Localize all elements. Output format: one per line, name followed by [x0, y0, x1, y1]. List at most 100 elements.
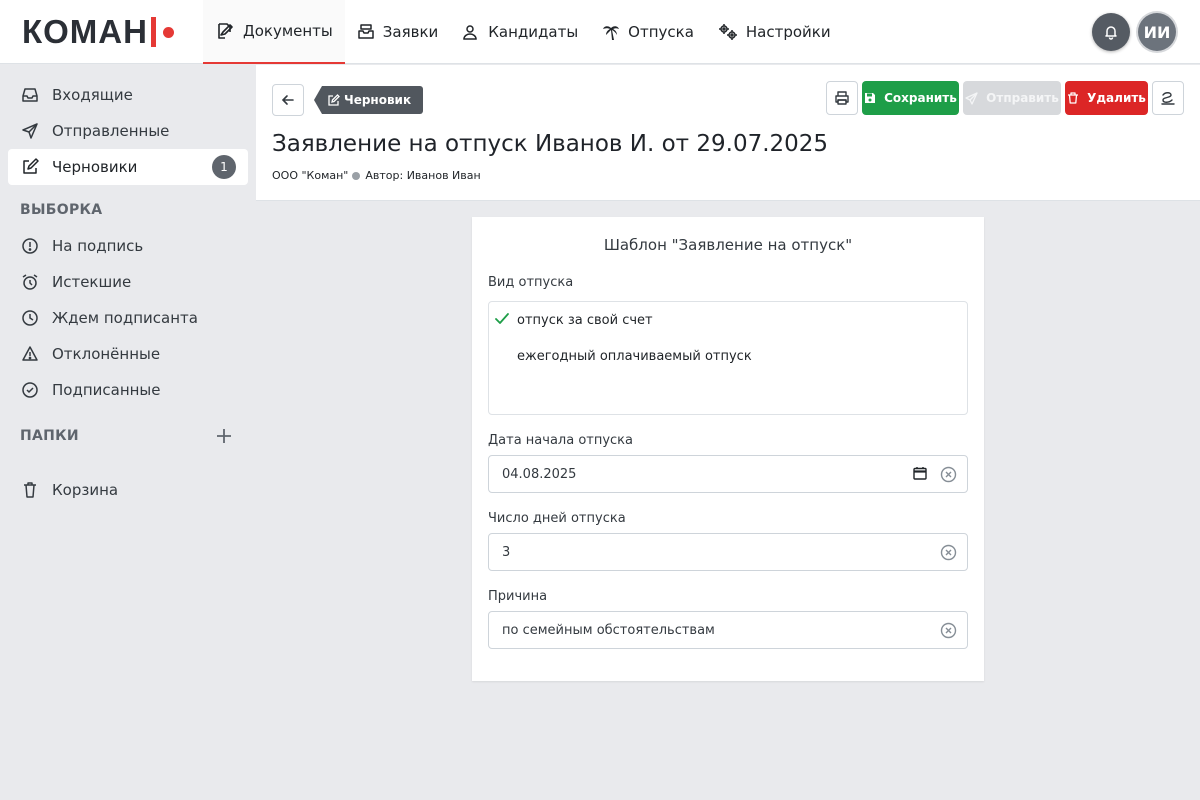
user-avatar[interactable]: ИИ	[1138, 13, 1176, 51]
signature-icon	[1161, 92, 1175, 105]
clock-icon	[22, 310, 38, 326]
sidebar-item-inbox[interactable]: Входящие	[8, 77, 248, 113]
clear-icon	[940, 544, 956, 560]
sidebar-item-awaiting-signer[interactable]: Ждем подписанта	[8, 300, 248, 336]
logo-text: КОМАН	[22, 13, 148, 50]
sidebar: Входящие Отправленные Черновики 1 ВЫБОРК…	[0, 65, 256, 800]
sidebar-item-rejected[interactable]: Отклонённые	[8, 336, 248, 372]
user-initials: ИИ	[1143, 22, 1171, 42]
sidebar-item-expired[interactable]: Истекшие	[8, 264, 248, 300]
organization-name: ООО "Коман"	[272, 169, 349, 182]
sidebar-item-label: Подписанные	[52, 381, 161, 399]
print-button[interactable]	[826, 81, 858, 115]
sidebar-item-signed[interactable]: Подписанные	[8, 372, 248, 408]
floppy-disk-icon	[865, 93, 876, 103]
leave-type-option-annual[interactable]: ежегодный оплачиваемый отпуск	[517, 349, 752, 364]
logo-bar	[150, 17, 156, 47]
alarm-clock-icon	[22, 274, 38, 290]
nav-settings[interactable]: Настройки	[706, 0, 843, 64]
sidebar-item-label: Черновики	[52, 158, 138, 176]
nav-candidates[interactable]: Кандидаты	[450, 0, 590, 64]
sidebar-item-label: На подпись	[52, 237, 144, 255]
sidebar-item-label: Ждем подписанта	[52, 309, 198, 327]
sidebar-item-label: Отклонённые	[52, 345, 161, 363]
days-count-label: Число дней отпуска	[488, 511, 626, 526]
document-header: Черновик Сохранить Отправить Удалить Зая…	[256, 65, 1200, 201]
send-button-label: Отправить	[986, 91, 1059, 105]
calendar-icon[interactable]	[913, 466, 927, 480]
top-bar: КОМАН Документы Заявки Кандидаты Отпуска…	[0, 0, 1200, 64]
sidebar-item-label: Истекшие	[52, 273, 132, 291]
days-count-value: 3	[502, 544, 511, 560]
leave-type-listbox[interactable]: отпуск за свой счет ежегодный оплачиваем…	[488, 301, 968, 415]
sidebar-item-drafts[interactable]: Черновики 1	[8, 149, 248, 185]
document-edit-icon	[218, 23, 233, 39]
nav-settings-label: Настройки	[745, 23, 831, 41]
send-icon	[965, 91, 978, 105]
sidebar-item-sent[interactable]: Отправленные	[8, 113, 248, 149]
inbox-icon	[22, 88, 38, 102]
nav-documents[interactable]: Документы	[203, 0, 345, 64]
logo-dot	[162, 26, 174, 38]
reason-value: по семейным обстоятельствам	[502, 622, 715, 638]
clear-days-count-button[interactable]	[939, 543, 957, 561]
sidebar-item-label: Входящие	[52, 86, 133, 104]
leave-type-option-unpaid[interactable]: отпуск за свой счет	[517, 313, 653, 328]
nav-vacations-label: Отпуска	[628, 23, 694, 41]
trash-icon	[1068, 92, 1079, 104]
trash-icon	[24, 482, 36, 498]
delete-button[interactable]: Удалить	[1065, 81, 1148, 115]
clear-icon	[940, 622, 956, 638]
signature-options-button[interactable]	[1152, 81, 1184, 115]
sidebar-item-to-sign[interactable]: На подпись	[8, 228, 248, 264]
add-folder-button[interactable]	[214, 426, 234, 446]
start-date-value: 04.08.2025	[502, 466, 577, 482]
check-icon	[495, 313, 509, 324]
reason-field[interactable]: по семейным обстоятельствам	[488, 611, 968, 649]
nav-requests-label: Заявки	[382, 23, 439, 41]
inbox-stack-icon	[358, 24, 374, 39]
back-button[interactable]	[272, 84, 304, 116]
send-button[interactable]: Отправить	[963, 81, 1061, 115]
delete-button-label: Удалить	[1087, 91, 1146, 105]
filter-heading: ВЫБОРКА	[20, 202, 103, 218]
document-meta: ООО "Коман" Автор: Иванов Иван	[272, 169, 481, 182]
bell-icon	[1105, 26, 1117, 40]
nav-documents-label: Документы	[243, 22, 333, 40]
save-button-label: Сохранить	[884, 91, 957, 105]
start-date-label: Дата начала отпуска	[488, 433, 633, 448]
arrow-left-icon	[281, 95, 294, 105]
palm-tree-icon	[603, 26, 620, 40]
main-nav: Документы Заявки Кандидаты Отпуска Настр…	[203, 0, 843, 64]
save-button[interactable]: Сохранить	[862, 81, 959, 115]
gears-icon	[718, 24, 737, 40]
sidebar-item-label: Корзина	[52, 481, 119, 499]
folders-heading: ПАПКИ	[20, 428, 79, 444]
logo[interactable]: КОМАН	[22, 15, 174, 49]
nav-requests[interactable]: Заявки	[345, 0, 450, 64]
author-name: Автор: Иванов Иван	[365, 169, 481, 182]
nav-vacations[interactable]: Отпуска	[590, 0, 706, 64]
template-title: Шаблон "Заявление на отпуск"	[603, 236, 853, 254]
warning-triangle-icon	[22, 346, 38, 361]
page-title: Заявление на отпуск Иванов И. от 29.07.2…	[272, 131, 829, 157]
printer-icon	[835, 91, 849, 105]
sidebar-item-trash[interactable]: Корзина	[8, 472, 248, 508]
nav-candidates-label: Кандидаты	[488, 23, 579, 41]
sidebar-item-label: Отправленные	[52, 122, 170, 140]
clear-start-date-button[interactable]	[939, 465, 957, 483]
reason-label: Причина	[488, 589, 548, 604]
send-icon	[22, 123, 38, 139]
edit-icon	[328, 94, 340, 106]
clear-reason-button[interactable]	[939, 621, 957, 639]
template-form-card: Шаблон "Заявление на отпуск" Вид отпуска…	[472, 217, 984, 681]
plus-icon	[217, 429, 231, 443]
clear-icon	[940, 466, 956, 482]
status-badge-label: Черновик	[344, 93, 412, 107]
notifications-button[interactable]	[1092, 13, 1130, 51]
separator-dot	[352, 171, 361, 180]
status-badge: Черновик	[314, 86, 424, 114]
check-circle-icon	[22, 382, 38, 398]
start-date-field[interactable]: 04.08.2025	[488, 455, 968, 493]
days-count-field[interactable]: 3	[488, 533, 968, 571]
